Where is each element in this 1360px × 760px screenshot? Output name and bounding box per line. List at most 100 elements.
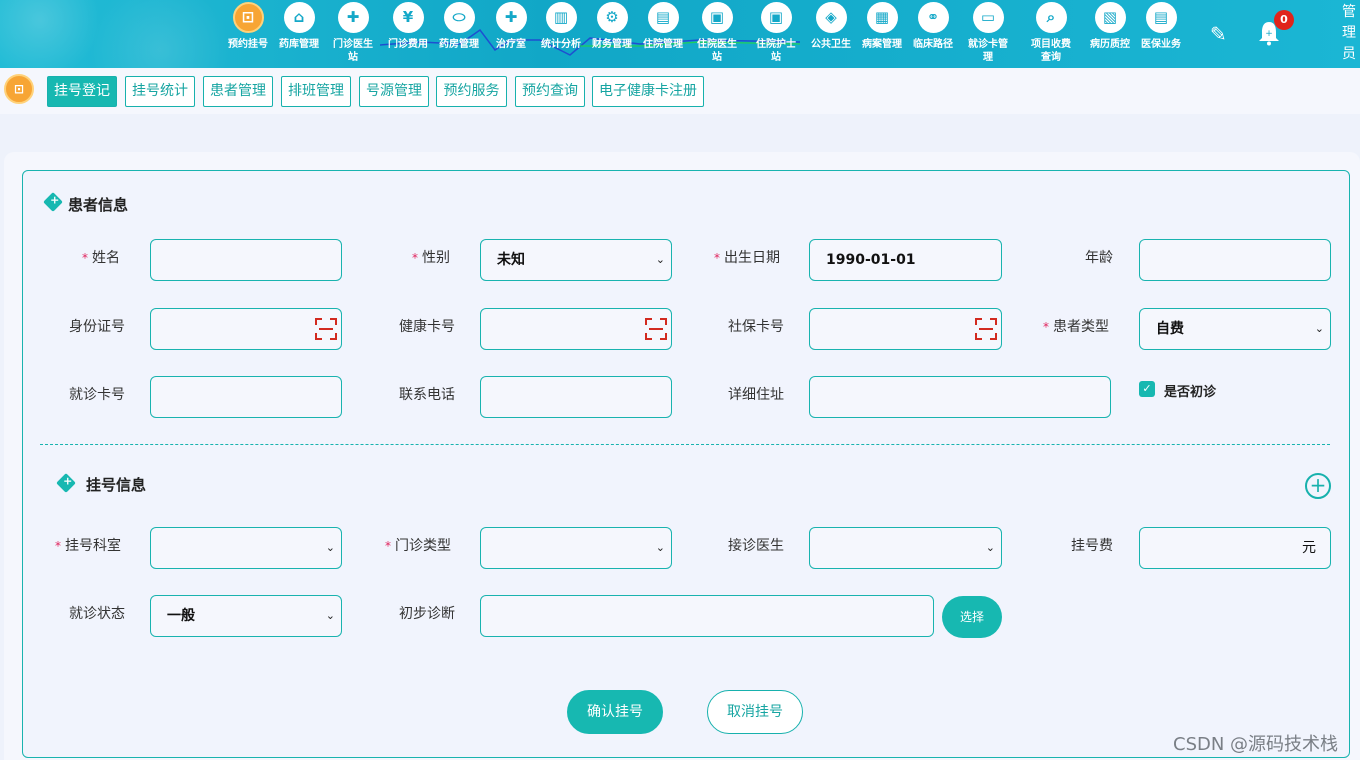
nav-item-4[interactable]: ⬭ 药房管理 <box>433 0 485 68</box>
first-visit-label: 是否初诊 <box>1164 385 1217 400</box>
phone-input[interactable] <box>480 376 672 418</box>
doctor-label: 接诊医生 <box>728 538 784 554</box>
tab-4[interactable]: 号源管理 <box>359 76 429 107</box>
patient-type-value: 自费 <box>1156 321 1184 337</box>
nav-item-label: 项目收费查询 <box>1031 39 1071 63</box>
svg-text:+: + <box>1265 29 1273 39</box>
calendar-icon[interactable]: ⊡ <box>4 74 34 104</box>
required-mark: * <box>412 251 418 265</box>
nav-item-label: 医保业务 <box>1141 39 1181 50</box>
nav-item-label: 公共卫生 <box>811 39 851 50</box>
status-select[interactable]: 一般 ⌄ <box>150 595 342 637</box>
required-mark: * <box>55 539 61 553</box>
nav-item-7[interactable]: ⚙ 财务管理 <box>586 0 638 68</box>
nav-item-16[interactable]: ▧ 病历质控 <box>1084 0 1136 68</box>
tab-6[interactable]: 预约查询 <box>515 76 585 107</box>
gender-label: * 性别 <box>412 247 450 267</box>
first-visit-checkbox[interactable]: ✓ <box>1139 381 1155 397</box>
tab-7[interactable]: 电子健康卡注册 <box>592 76 704 107</box>
nav-item-8[interactable]: ▤ 住院管理 <box>637 0 689 68</box>
quality-icon: ▧ <box>1094 2 1126 33</box>
gender-select[interactable]: 未知 ⌄ <box>480 239 672 281</box>
gender-value: 未知 <box>497 252 525 268</box>
dept-select[interactable]: ⌄ <box>150 527 342 569</box>
birth-date-input[interactable]: 1990-01-01 <box>809 239 1002 281</box>
chevron-down-icon: ⌄ <box>325 609 335 622</box>
address-input[interactable] <box>809 376 1111 418</box>
name-input[interactable] <box>150 239 342 281</box>
add-registration-button[interactable]: + <box>1305 473 1331 499</box>
calendar-icon: ⊡ <box>232 2 264 33</box>
topbar-decoration <box>0 0 230 68</box>
patient-type-select[interactable]: 自费 ⌄ <box>1139 308 1331 350</box>
finance-icon: ⚙ <box>596 2 628 33</box>
inpatient-nurse-icon: ▣ <box>760 2 792 33</box>
registration-info-title: 挂号信息 <box>86 476 147 494</box>
scan-icon[interactable] <box>645 318 667 340</box>
user-name[interactable]: 管理员 <box>1342 2 1358 65</box>
tab-0[interactable]: 挂号登记 <box>47 76 117 107</box>
bed-icon: ▤ <box>647 2 679 33</box>
diagnosis-input[interactable] <box>480 595 934 637</box>
clinic-type-select[interactable]: ⌄ <box>480 527 672 569</box>
nav-item-13[interactable]: ⚭ 临床路径 <box>907 0 959 68</box>
chevron-down-icon: ⌄ <box>325 541 335 554</box>
nav-item-label: 预约挂号 <box>228 39 268 50</box>
nav-item-10[interactable]: ▣ 住院护士站 <box>750 0 802 68</box>
notification-badge: 0 <box>1274 10 1294 30</box>
sub-nav-bar: ⊡ 挂号登记 挂号统计 患者管理 排班管理 号源管理 预约服务 预约查询 电子健康卡注册 <box>0 68 1360 114</box>
card-icon: ▭ <box>972 2 1004 33</box>
nav-item-12[interactable]: ▦ 病案管理 <box>856 0 908 68</box>
social-card-input[interactable] <box>809 308 1002 350</box>
required-mark: * <box>714 251 720 265</box>
scan-icon[interactable] <box>315 318 337 340</box>
clinic-type-label-text: 门诊类型 <box>395 538 451 554</box>
watermark: CSDN @源码技术栈 <box>1173 734 1339 755</box>
nav-item-17[interactable]: ▤ 医保业务 <box>1135 0 1187 68</box>
nav-item-6[interactable]: ▥ 统计分析 <box>535 0 587 68</box>
nav-item-5[interactable]: ✚ 治疗室 <box>485 0 537 68</box>
nav-item-2[interactable]: ✚ 门诊医生站 <box>327 0 379 68</box>
doctor-select[interactable]: ⌄ <box>809 527 1002 569</box>
nav-item-11[interactable]: ◈ 公共卫生 <box>805 0 857 68</box>
nav-item-3[interactable]: ¥ 门诊费用 <box>382 0 434 68</box>
tab-1[interactable]: 挂号统计 <box>125 76 195 107</box>
dept-label-text: 挂号科室 <box>65 538 121 554</box>
status-value: 一般 <box>167 608 195 624</box>
nav-item-label: 门诊费用 <box>388 39 428 50</box>
tab-3[interactable]: 排班管理 <box>281 76 351 107</box>
nav-item-label: 住院护士站 <box>756 39 796 63</box>
section-divider <box>40 444 1330 445</box>
birth-label: * 出生日期 <box>714 247 780 267</box>
fee-input[interactable]: 元 <box>1139 527 1331 569</box>
phone-label: 联系电话 <box>399 387 455 403</box>
confirm-registration-button[interactable]: 确认挂号 <box>567 690 663 734</box>
doctor-icon: ✚ <box>337 2 369 33</box>
nav-item-1[interactable]: ⌂ 药库管理 <box>273 0 325 68</box>
nav-item-14[interactable]: ▭ 就诊卡管理 <box>962 0 1014 68</box>
nurse-icon: ✚ <box>495 2 527 33</box>
choose-diagnosis-button[interactable]: 选择 <box>942 596 1002 638</box>
chevron-down-icon: ⌄ <box>1314 322 1324 335</box>
age-input[interactable] <box>1139 239 1331 281</box>
scan-icon[interactable] <box>975 318 997 340</box>
health-card-input[interactable] <box>480 308 672 350</box>
nav-item-label: 住院医生站 <box>697 39 737 63</box>
nav-item-label: 住院管理 <box>643 39 683 50</box>
cancel-registration-button[interactable]: 取消挂号 <box>707 690 803 734</box>
status-label: 就诊状态 <box>69 606 125 622</box>
nav-item-0[interactable]: ⊡ 预约挂号 <box>222 0 274 68</box>
patient-type-label-text: 患者类型 <box>1053 319 1109 335</box>
nav-item-9[interactable]: ▣ 住院医生站 <box>691 0 743 68</box>
visit-card-input[interactable] <box>150 376 342 418</box>
nav-item-label: 就诊卡管理 <box>968 39 1008 63</box>
tab-2[interactable]: 患者管理 <box>203 76 273 107</box>
tab-5[interactable]: 预约服务 <box>436 76 507 107</box>
chevron-down-icon: ⌄ <box>985 541 995 554</box>
warehouse-icon: ⌂ <box>283 2 315 33</box>
id-number-input[interactable] <box>150 308 342 350</box>
nav-item-label: 治疗室 <box>496 39 526 50</box>
nav-item-15[interactable]: ⌕ 项目收费查询 <box>1025 0 1077 68</box>
edit-pencil-icon[interactable]: ✎ <box>1210 22 1227 46</box>
dept-label: * 挂号科室 <box>55 535 121 555</box>
